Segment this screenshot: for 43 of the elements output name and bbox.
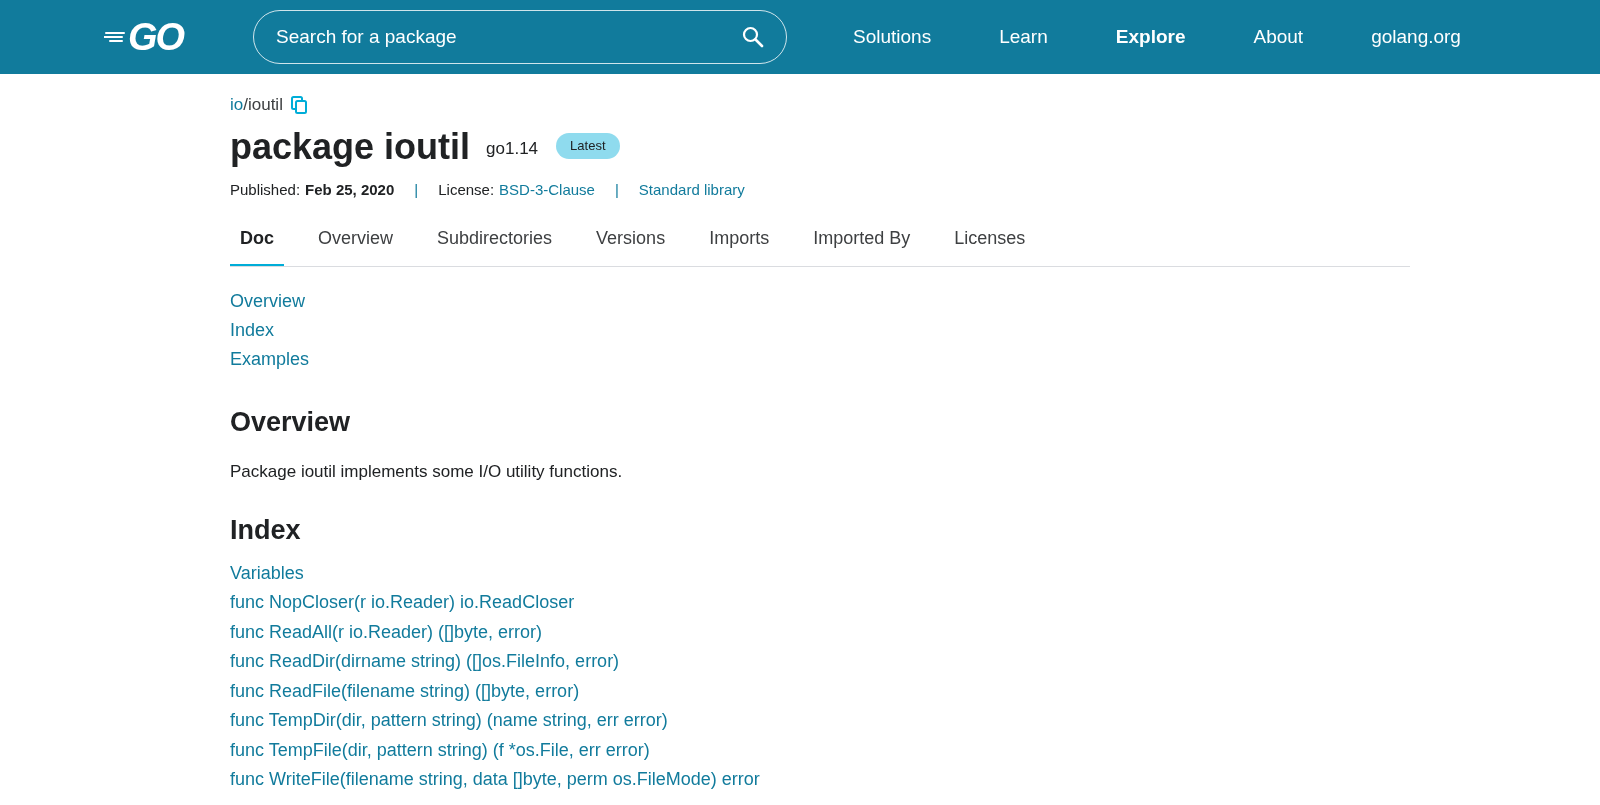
nav-link[interactable]: Learn [987, 22, 1060, 52]
toc-link[interactable]: Index [230, 316, 275, 345]
copy-icon[interactable] [290, 95, 307, 114]
tab[interactable]: Imported By [803, 221, 921, 266]
search-input[interactable]: Search for a package [276, 22, 742, 52]
api-entry-link[interactable]: func ReadAll(r io.Reader) ([]byte, error) [230, 617, 543, 647]
separator: | [613, 179, 620, 200]
section-heading: Index [230, 514, 302, 547]
api-entry-link[interactable]: func NopCloser(r io.Reader) io.ReadCloser [230, 588, 575, 618]
tab[interactable]: Doc [230, 221, 284, 266]
license-link[interactable]: BSD-3-Clause [499, 178, 595, 201]
api-entry-link[interactable]: Variables [230, 558, 304, 588]
standard-library-link[interactable]: Standard library [638, 178, 745, 201]
nav-link[interactable]: golang.org [1359, 22, 1473, 52]
api-entry-link[interactable]: func ReadFile(filename string) ([]byte, error) [230, 676, 580, 706]
speed-lines-icon [104, 30, 126, 44]
package-title: package ioutil [230, 124, 471, 169]
api-entry-link[interactable]: func TempFile(dir, pattern string) (f *os.File, err error) [230, 735, 650, 765]
breadcrumb-link[interactable]: io [230, 92, 244, 118]
meta-label: Published: [230, 179, 301, 200]
api-entry-link[interactable]: func ReadDir(dirname string) ([]os.FileInfo, error) [230, 647, 620, 677]
meta-label: License: [438, 179, 495, 200]
api-entry-link[interactable]: func TempDir(dir, pattern string) (name string, err error) [230, 706, 668, 736]
api-entry-link[interactable]: func WriteFile(filename string, data []byte, perm os.FileMode) error [230, 765, 760, 795]
latest-badge: Latest [556, 133, 620, 159]
search-icon[interactable] [742, 26, 764, 48]
breadcrumb-current: /ioutil [243, 94, 283, 116]
toc-link[interactable]: Overview [230, 287, 305, 316]
tab[interactable]: Subdirectories [427, 221, 563, 266]
nav-link[interactable]: Solutions [841, 22, 944, 52]
nav-link[interactable]: About [1241, 22, 1316, 52]
tab[interactable]: Licenses [944, 221, 1036, 266]
tab[interactable]: Overview [308, 221, 404, 266]
go-logo[interactable]: GO [104, 18, 184, 56]
tab[interactable]: Versions [586, 221, 676, 266]
publish-date: Feb 25, 2020 [305, 179, 395, 200]
section-heading: Overview [230, 406, 352, 439]
version-label: go1.14 [486, 138, 539, 161]
tab[interactable]: Imports [699, 221, 780, 266]
separator: | [413, 179, 420, 200]
nav-link[interactable]: Explore [1103, 22, 1198, 52]
toc-link[interactable]: Examples [230, 345, 310, 374]
overview-paragraph: Package ioutil implements some I/O utility functions. [230, 460, 624, 483]
